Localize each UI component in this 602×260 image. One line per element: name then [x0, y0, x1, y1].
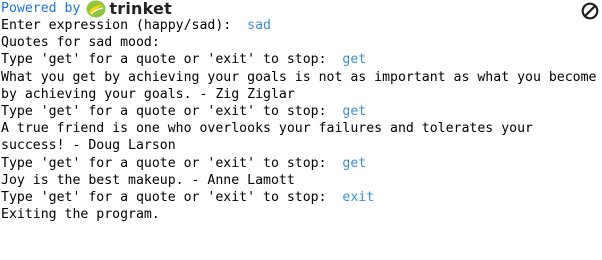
- console-line: Type 'get' for a quote or 'exit' to stop…: [1, 51, 601, 68]
- console-line: What you get by achieving your goals is …: [1, 69, 601, 86]
- header: Powered by trinket: [1, 0, 172, 18]
- user-input: get: [342, 52, 367, 68]
- user-input: get: [342, 155, 367, 171]
- trinket-logo-icon[interactable]: [86, 0, 106, 18]
- console-line: Enter expression (happy/sad): sad: [1, 17, 601, 34]
- console-output: Enter expression (happy/sad): sad Quotes…: [1, 17, 601, 223]
- console-line: Type 'get' for a quote or 'exit' to stop…: [1, 189, 601, 206]
- console-line: by achieving your goals. - Zig Ziglar: [1, 86, 601, 103]
- powered-by-text: Powered by: [1, 1, 81, 16]
- console-text: by achieving your goals. - Zig Ziglar: [1, 86, 295, 102]
- console-text: Exiting the program.: [1, 207, 160, 223]
- user-input: get: [342, 103, 367, 119]
- console-prompt: Type 'get' for a quote or 'exit' to stop…: [1, 52, 343, 68]
- console-text: success! - Doug Larson: [1, 138, 176, 154]
- console-line: Exiting the program.: [1, 206, 601, 223]
- console-text: Joy is the best makeup. - Anne Lamott: [1, 172, 295, 188]
- trinket-brand[interactable]: trinket: [109, 0, 172, 18]
- console-line: Type 'get' for a quote or 'exit' to stop…: [1, 155, 601, 172]
- console-prompt: Type 'get' for a quote or 'exit' to stop…: [1, 103, 343, 119]
- console-text: Quotes for sad mood:: [1, 35, 160, 51]
- user-input: exit: [342, 189, 375, 205]
- console-text: What you get by achieving your goals is …: [1, 69, 597, 85]
- console-prompt: Type 'get' for a quote or 'exit' to stop…: [1, 189, 343, 205]
- user-input: sad: [247, 18, 271, 33]
- console-line: Quotes for sad mood:: [1, 34, 601, 51]
- console-line: A true friend is one who overlooks your …: [1, 120, 601, 137]
- console-prompt: Type 'get' for a quote or 'exit' to stop…: [1, 155, 343, 171]
- console-prompt: Enter expression (happy/sad):: [1, 18, 248, 33]
- console-text: A true friend is one who overlooks your …: [1, 121, 533, 137]
- console-line: success! - Doug Larson: [1, 137, 601, 154]
- console-line: Joy is the best makeup. - Anne Lamott: [1, 172, 601, 189]
- console-line: Type 'get' for a quote or 'exit' to stop…: [1, 103, 601, 120]
